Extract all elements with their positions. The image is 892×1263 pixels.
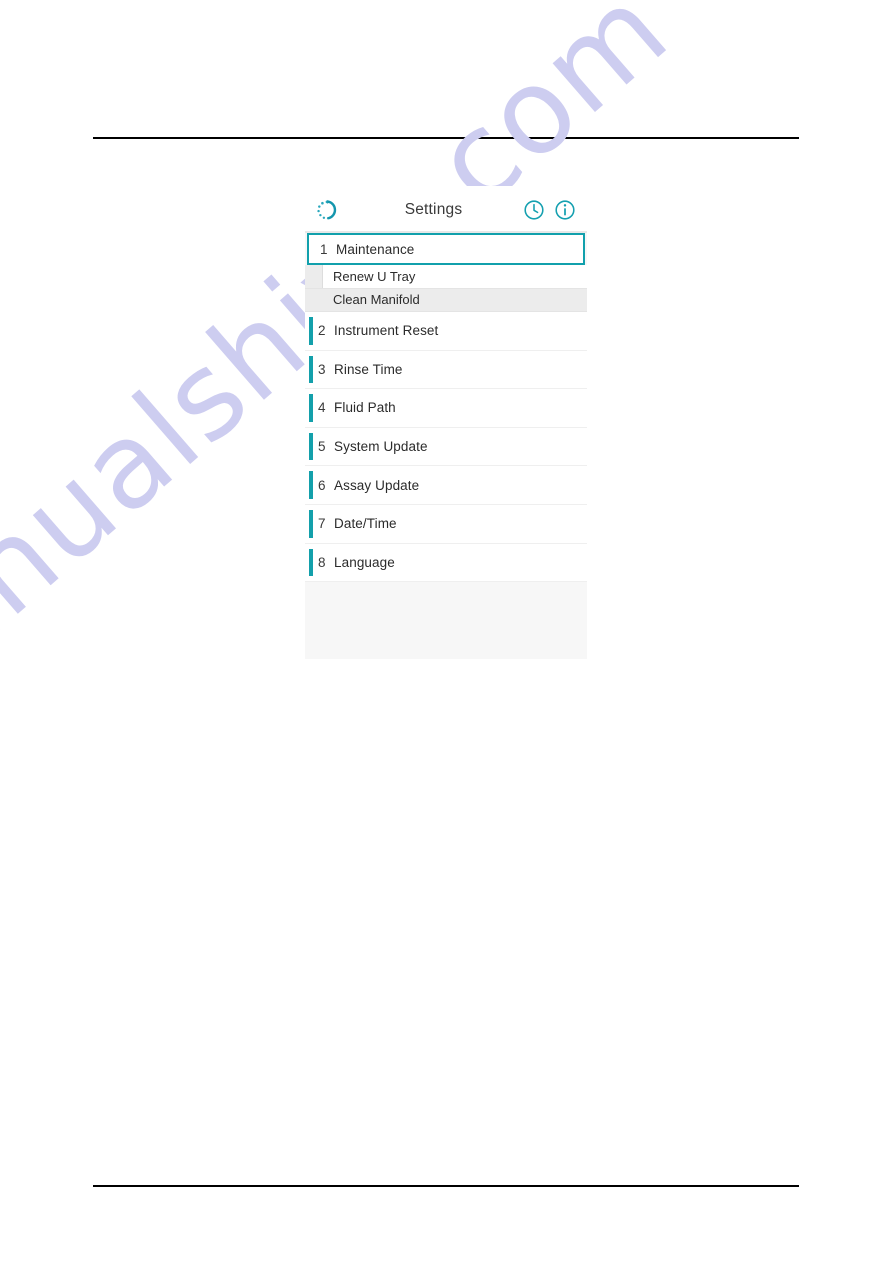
menu-item-date-time[interactable]: 7 Date/Time: [305, 504, 587, 544]
header-icon-group: [523, 199, 576, 221]
row-accent-bar: [309, 471, 313, 499]
row-accent-bar: [309, 432, 313, 461]
screen-header: Settings: [305, 186, 587, 233]
page-top-rule: [93, 137, 799, 139]
menu-item-index: 5: [318, 439, 326, 455]
menu-item-label: Instrument Reset: [334, 323, 439, 339]
submenu-item-clean-manifold[interactable]: Clean Manifold: [305, 288, 587, 312]
panel-empty-area: [305, 582, 587, 653]
submenu-item-label: Clean Manifold: [333, 292, 420, 308]
row-accent-bar: [309, 394, 313, 422]
menu-item-index: 6: [318, 477, 326, 493]
menu-item-index: 1: [320, 241, 328, 257]
row-accent-bar: [309, 317, 313, 345]
menu-item-index: 4: [318, 400, 326, 416]
submenu-item-label: Renew U Tray: [333, 268, 416, 284]
maintenance-submenu: Renew U Tray Clean Manifold: [305, 265, 587, 312]
menu-item-language[interactable]: 8 Language: [305, 543, 587, 583]
menu-item-label: Rinse Time: [334, 361, 403, 377]
menu-item-label: Fluid Path: [334, 400, 396, 416]
menu-item-label: Date/Time: [334, 516, 397, 532]
settings-menu-list: 1 Maintenance Renew U Tray Clean Manifol…: [305, 233, 587, 583]
menu-item-label: System Update: [334, 439, 428, 455]
device-screen-panel: Settings 1 Maintenance Renew U Tray Clea…: [305, 186, 587, 659]
menu-item-index: 3: [318, 361, 326, 377]
row-accent-bar: [309, 548, 313, 577]
row-accent-bar: [309, 509, 313, 538]
menu-item-label: Assay Update: [334, 477, 420, 493]
menu-item-maintenance[interactable]: 1 Maintenance: [307, 233, 585, 265]
menu-item-label: Language: [334, 554, 395, 570]
menu-item-index: 8: [318, 554, 326, 570]
refresh-spinner-icon[interactable]: [316, 199, 338, 221]
info-icon[interactable]: [554, 199, 576, 221]
page-title: Settings: [404, 200, 463, 218]
menu-item-index: 7: [318, 516, 326, 532]
page-bottom-rule: [93, 1185, 799, 1187]
menu-item-index: 2: [318, 323, 326, 339]
menu-item-instrument-reset[interactable]: 2 Instrument Reset: [305, 312, 587, 351]
menu-item-assay-update[interactable]: 6 Assay Update: [305, 466, 587, 505]
menu-item-rinse-time[interactable]: 3 Rinse Time: [305, 350, 587, 390]
menu-item-fluid-path[interactable]: 4 Fluid Path: [305, 389, 587, 428]
menu-item-system-update[interactable]: 5 System Update: [305, 427, 587, 467]
clock-icon[interactable]: [523, 199, 545, 221]
menu-item-label: Maintenance: [336, 241, 415, 257]
submenu-item-renew-u-tray[interactable]: Renew U Tray: [305, 265, 587, 289]
row-accent-bar: [309, 355, 313, 384]
